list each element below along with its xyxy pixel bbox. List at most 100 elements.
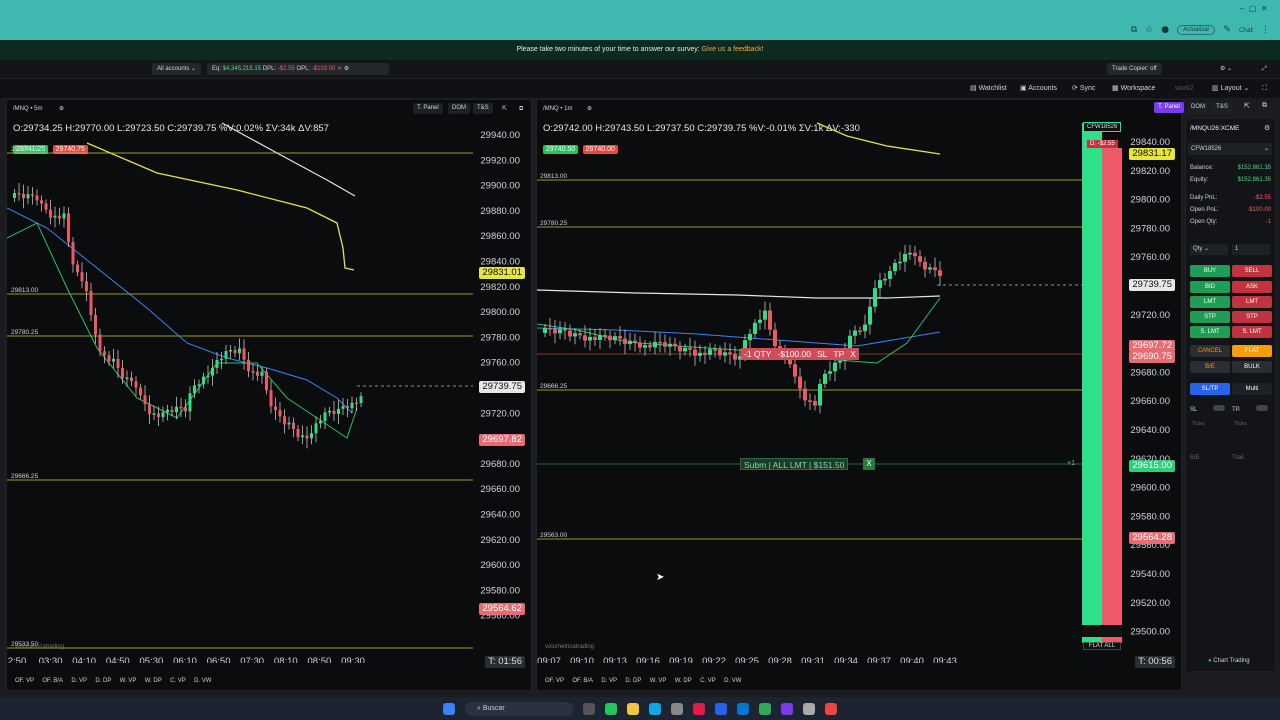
account-chip[interactable]: CFW18526: [1083, 122, 1122, 132]
sl-toggle[interactable]: SL: [1190, 405, 1225, 413]
cancel-order-button[interactable]: X: [863, 458, 875, 470]
footer-item[interactable]: OF. VP: [15, 678, 34, 684]
buy-button[interactable]: BUY: [1190, 265, 1230, 277]
file-explorer-icon[interactable]: [627, 702, 639, 715]
sell-lmt-button[interactable]: LMT: [1232, 296, 1272, 308]
trail-toggle[interactable]: Trail.: [1232, 455, 1245, 461]
tp-button[interactable]: TP: [833, 348, 844, 360]
app-icon[interactable]: [803, 702, 815, 715]
buy-lmt-button[interactable]: LMT: [1190, 296, 1230, 308]
right-dom-button[interactable]: DOM: [1188, 102, 1208, 113]
chart-trading-label[interactable]: ● Chart Trading: [1208, 658, 1250, 664]
qty-select[interactable]: Qty ⌄: [1190, 244, 1228, 255]
trade-symbol[interactable]: /MNQU26:XCME: [1190, 125, 1239, 132]
footer-item[interactable]: D. VP: [71, 678, 87, 684]
watchlist-button[interactable]: ▤ Watchlist: [970, 79, 1007, 99]
right-chart-canvas[interactable]: 29813.00 29780.25 29666.25 29563.00 2984…: [537, 118, 1181, 663]
taskbar-search[interactable]: ⌕ Buscar: [465, 701, 573, 716]
footer-item[interactable]: W. DP: [675, 678, 692, 684]
close-position-button[interactable]: X: [850, 348, 856, 360]
app-icon[interactable]: [605, 702, 617, 715]
footer-item[interactable]: OF. B/A: [572, 678, 593, 684]
bookmark-icon[interactable]: ☆: [1145, 25, 1153, 35]
layout-button[interactable]: ▥ Layout ⌄: [1212, 79, 1249, 99]
bulk-button[interactable]: BULK: [1232, 361, 1272, 373]
buy-slmt-button[interactable]: S. LMT: [1190, 326, 1230, 338]
multi-tab[interactable]: Multi: [1232, 383, 1272, 395]
footer-item[interactable]: OF. VP: [545, 678, 564, 684]
survey-link[interactable]: Give us a feedback!: [702, 46, 764, 53]
be-button[interactable]: B/E: [1190, 361, 1230, 373]
edge-icon[interactable]: [649, 702, 661, 715]
workspace-button[interactable]: ▦ Workspace: [1112, 79, 1155, 99]
expand-icon[interactable]: ⤢: [1262, 60, 1267, 78]
sync-button[interactable]: ⟳ Sync: [1072, 79, 1095, 99]
extensions-icon[interactable]: ⧉: [1131, 25, 1137, 35]
ask-button[interactable]: ASK: [1232, 281, 1272, 293]
close-icon[interactable]: ✕: [337, 66, 342, 72]
left-tpanel-button[interactable]: T. Panel: [413, 103, 443, 114]
footer-item[interactable]: D. VW: [724, 678, 741, 684]
chat-icon[interactable]: ✎: [1223, 25, 1231, 35]
fullscreen-icon[interactable]: ⛶: [1262, 79, 1267, 99]
left-symbol[interactable]: /MNQ • 5m: [13, 100, 42, 118]
footer-item[interactable]: C. VP: [700, 678, 716, 684]
footer-item[interactable]: D. VP: [601, 678, 617, 684]
bid-button[interactable]: BID: [1190, 281, 1230, 293]
footer-item[interactable]: D. DP: [625, 678, 641, 684]
sl-button[interactable]: SL: [817, 348, 827, 360]
footer-item[interactable]: W. DP: [145, 678, 162, 684]
left-ts-button[interactable]: T&S: [473, 103, 493, 114]
help-icon[interactable]: [715, 702, 727, 715]
position-widget[interactable]: -1 QTY -$100.00 SL TP X: [741, 348, 859, 360]
footer-item[interactable]: W. VP: [650, 678, 667, 684]
accounts-select[interactable]: All accounts ⌄: [152, 63, 202, 75]
flat-all-button[interactable]: FLAT ALL: [1083, 642, 1121, 650]
buy-stp-button[interactable]: STP: [1190, 311, 1230, 323]
footer-item[interactable]: C. VP: [170, 678, 186, 684]
footer-item[interactable]: D. DP: [95, 678, 111, 684]
footer-item[interactable]: D. VW: [194, 678, 211, 684]
maximize-icon[interactable]: ⧉: [519, 100, 523, 118]
cancel-button[interactable]: CANCEL: [1190, 345, 1230, 357]
settings-icon[interactable]: ⚙: [1264, 124, 1270, 132]
windows-start-icon[interactable]: [443, 702, 455, 715]
sell-button[interactable]: SELL: [1232, 265, 1272, 277]
update-button[interactable]: Actualizar: [1177, 25, 1216, 35]
gear-icon[interactable]: ⚙: [344, 66, 349, 72]
right-tpanel-button[interactable]: T. Panel: [1154, 102, 1184, 113]
app-icon[interactable]: [825, 702, 837, 715]
add-icon[interactable]: ⊕: [587, 100, 592, 118]
add-icon[interactable]: ⊕: [59, 100, 64, 118]
footer-item[interactable]: W. VP: [120, 678, 137, 684]
right-ts-button[interactable]: T&S: [1212, 102, 1232, 113]
window-controls[interactable]: – ▢ ✕: [1240, 4, 1268, 13]
accounts-button[interactable]: ▣ Accounts: [1020, 79, 1057, 99]
app-icon[interactable]: [671, 702, 683, 715]
order-widget[interactable]: Subm | ALL LMT | $151.50: [740, 458, 849, 470]
qty-input[interactable]: 1: [1232, 244, 1270, 255]
popout-icon[interactable]: ⇱: [502, 100, 507, 118]
popout-icon[interactable]: ⇱: [1244, 102, 1250, 110]
chat-label[interactable]: Chat: [1239, 27, 1253, 34]
tp-toggle[interactable]: TP.: [1232, 405, 1269, 413]
chrome-icon[interactable]: [759, 702, 771, 715]
be-toggle[interactable]: B/E: [1190, 455, 1200, 461]
task-view-icon[interactable]: [583, 702, 595, 715]
footer-item[interactable]: OF. B/A: [42, 678, 63, 684]
app-icon[interactable]: [781, 702, 793, 715]
trade-copier-status[interactable]: Trade Copier: off: [1107, 63, 1162, 75]
settings-icon[interactable]: ⚙ ⌄: [1220, 60, 1232, 78]
menu-icon[interactable]: ⋮: [1261, 25, 1270, 35]
account-select[interactable]: CFW18526 ⌄: [1188, 143, 1272, 155]
sell-stp-button[interactable]: STP: [1232, 311, 1272, 323]
app-icon[interactable]: [693, 702, 705, 715]
flat-button[interactable]: FLAT: [1232, 345, 1272, 357]
profile-icon[interactable]: ●: [1161, 25, 1169, 35]
left-chart-canvas[interactable]: 29924.25 29813.00 29780.25 29666.25 2953…: [7, 118, 531, 663]
left-dom-button[interactable]: DOM: [448, 103, 470, 114]
sell-slmt-button[interactable]: S. LMT: [1232, 326, 1272, 338]
sltp-tab[interactable]: SL/TP: [1190, 383, 1230, 395]
right-symbol[interactable]: /MNQ • 1m: [543, 100, 572, 118]
mail-icon[interactable]: [737, 702, 749, 715]
